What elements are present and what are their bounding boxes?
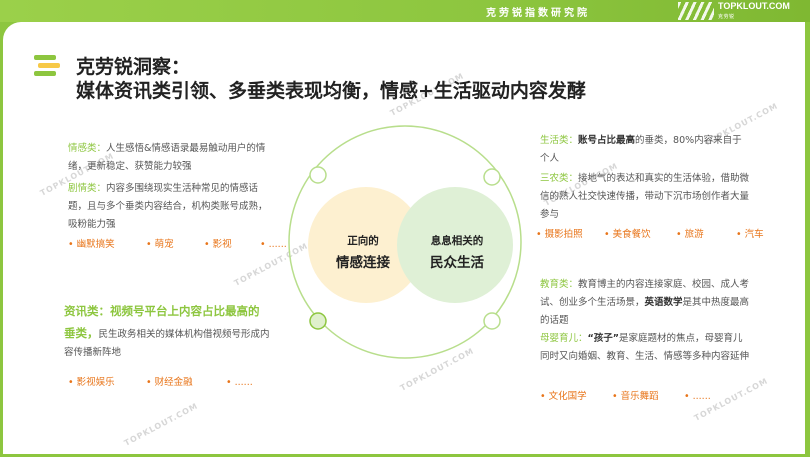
baby-label: 母婴育儿： — [540, 333, 588, 344]
farm-category-block: 三农类：接地气的表达和真实的生活体验，借助微信的熟人社交快速传播，带动下沉市场创… — [540, 170, 750, 224]
right-circle-line2: 民众生活 — [430, 255, 484, 271]
left-circle-line2: 情感连接 — [336, 255, 390, 271]
tag-item: ...... — [260, 239, 287, 250]
tag-item: 摄影拍照 — [536, 226, 604, 240]
right-circle-line1: 息息相关的 — [430, 235, 484, 247]
drama-category-block: 剧情类：内容多围绕现实生活种常见的情感话题，且与多个垂类内容结合，机构类账号成熟… — [68, 180, 274, 234]
news-category-title: 资讯类：视频号平台上内容占比最高的 — [64, 304, 260, 318]
emotion-category-block: 情感类：人生感悟&情感语录最易触动用户的情绪，更新稳定、获赞能力较强 — [68, 140, 274, 176]
tag-item: 音乐舞蹈 — [612, 388, 684, 402]
tag-item: 影视娱乐 — [68, 374, 146, 388]
news-category-block: 垂类，民生政务相关的媒体机构借视频号形成内容传播新阵地 — [64, 324, 278, 362]
tag-item: ...... — [684, 391, 711, 402]
baby-bold: “孩子” — [587, 333, 620, 344]
life-label: 生活类： — [540, 135, 579, 146]
right-top-tags: 摄影拍照美食餐饮旅游汽车 — [536, 226, 764, 240]
tag-item: 幽默搞笑 — [68, 236, 146, 250]
node-top-left — [309, 166, 327, 184]
tag-item: 财经金融 — [146, 374, 226, 388]
footer-date: 2021-12-25 — [366, 441, 410, 450]
life-bold: 账号占比最高 — [578, 135, 636, 146]
baby-category-block: 母婴育儿：“孩子”是家庭题材的焦点，母婴育儿同时又向婚姻、教育、生活、情感等多种… — [540, 330, 750, 366]
right-bottom-tags: 文化国学音乐舞蹈...... — [540, 388, 711, 402]
node-bottom-right — [483, 312, 501, 330]
farm-label: 三农类： — [540, 173, 579, 184]
emotion-label: 情感类： — [68, 143, 107, 154]
drama-label: 剧情类： — [68, 183, 107, 194]
education-category-block: 教育类：教育博主的内容连接家庭、校园、成人考试、创业多个生活场景，英语数学是其中… — [540, 276, 750, 330]
node-bottom-left — [309, 312, 327, 330]
footer-page-number: 第27页 — [419, 441, 444, 450]
tag-item: 文化国学 — [540, 388, 612, 402]
tag-item: 影视 — [204, 236, 260, 250]
edu-bold: 英语数学 — [644, 297, 683, 308]
edu-label: 教育类： — [540, 279, 579, 290]
tag-item: ...... — [226, 377, 253, 388]
tag-item: 萌宠 — [146, 236, 204, 250]
tag-item: 旅游 — [676, 226, 736, 240]
tag-item: 美食餐饮 — [604, 226, 676, 240]
left-circle-line1: 正向的 — [347, 235, 379, 247]
life-category-block: 生活类：账号占比最高的垂类，80%内容来自于个人 — [540, 132, 750, 168]
node-top-right — [483, 168, 501, 186]
left-bottom-tags: 影视娱乐财经金融...... — [68, 374, 253, 388]
left-top-tags: 幽默搞笑萌宠影视...... — [68, 236, 287, 250]
tag-item: 汽车 — [736, 226, 764, 240]
page-footer: 2021-12-25 第27页 — [0, 440, 810, 451]
news-label-cont: 垂类， — [64, 326, 99, 340]
